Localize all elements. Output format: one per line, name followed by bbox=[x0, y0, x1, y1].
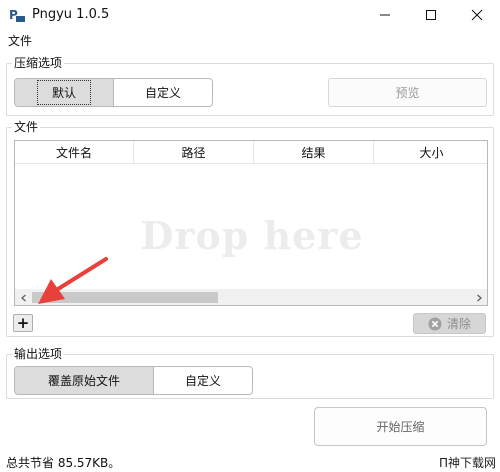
status-text: 总共节省 85.57KB。 bbox=[6, 456, 121, 470]
start-compression-button[interactable]: 开始压缩 bbox=[314, 407, 487, 446]
output-custom-button[interactable]: 自定义 bbox=[154, 367, 252, 394]
output-mode-toggle: 覆盖原始文件 自定义 bbox=[14, 366, 253, 395]
output-options-title: 输出选项 bbox=[12, 347, 65, 361]
annotation-arrow-icon bbox=[38, 257, 108, 304]
watermark-text: Π神下载网 bbox=[438, 456, 496, 470]
overwrite-original-button[interactable]: 覆盖原始文件 bbox=[15, 367, 154, 394]
